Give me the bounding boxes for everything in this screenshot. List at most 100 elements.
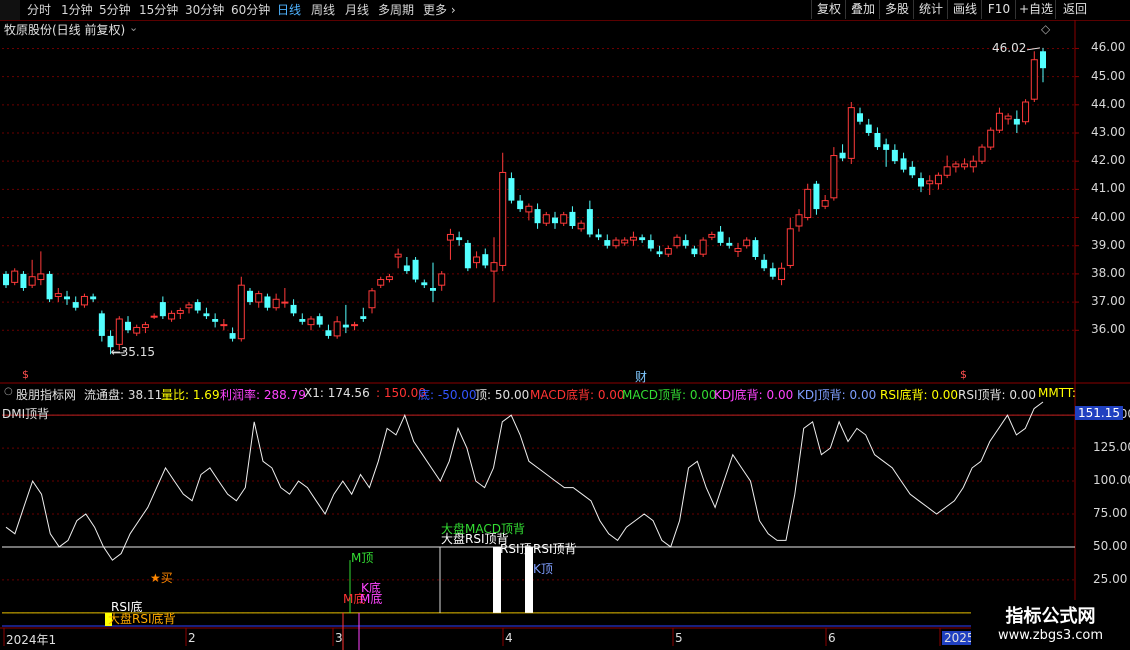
candle[interactable]: [612, 237, 620, 249]
candle[interactable]: [517, 195, 524, 212]
candle[interactable]: [865, 118, 872, 136]
candle[interactable]: [795, 209, 803, 232]
candle[interactable]: [159, 296, 166, 319]
candle[interactable]: [900, 152, 907, 173]
candle[interactable]: [595, 228, 602, 241]
candle[interactable]: [46, 271, 53, 303]
candle[interactable]: [857, 107, 863, 125]
candle[interactable]: [360, 307, 367, 322]
candle[interactable]: [569, 206, 576, 229]
candle[interactable]: [743, 237, 751, 249]
candle[interactable]: [891, 144, 898, 164]
candle[interactable]: [830, 147, 838, 201]
candle[interactable]: [987, 127, 995, 150]
candle[interactable]: [176, 307, 184, 319]
candle[interactable]: [490, 237, 498, 303]
candle[interactable]: [316, 313, 323, 328]
candle[interactable]: [80, 293, 88, 308]
candle[interactable]: [821, 195, 829, 210]
candle[interactable]: [325, 324, 332, 339]
candle[interactable]: [394, 248, 402, 269]
candle[interactable]: [203, 307, 210, 319]
candle[interactable]: [691, 245, 698, 257]
candle[interactable]: [421, 279, 428, 288]
candle[interactable]: [952, 161, 960, 173]
candle[interactable]: [98, 310, 105, 342]
candle[interactable]: [403, 257, 410, 274]
candle[interactable]: [995, 107, 1003, 133]
candle[interactable]: [943, 155, 951, 179]
candle[interactable]: [734, 242, 742, 257]
candle[interactable]: [133, 324, 141, 336]
candle[interactable]: [255, 290, 263, 308]
candle[interactable]: [847, 102, 855, 164]
candle[interactable]: [656, 245, 663, 257]
candle[interactable]: [264, 293, 271, 311]
candle[interactable]: [664, 245, 672, 257]
candle[interactable]: [639, 234, 646, 243]
finance-marker[interactable]: 财: [635, 368, 647, 385]
candle[interactable]: [761, 254, 768, 272]
candle[interactable]: [926, 175, 934, 195]
candle[interactable]: [237, 276, 245, 342]
candle[interactable]: [804, 183, 812, 221]
candle[interactable]: [769, 262, 776, 280]
candle[interactable]: [150, 313, 158, 319]
candle[interactable]: [368, 288, 376, 314]
candle[interactable]: [717, 226, 724, 246]
candle[interactable]: [1022, 99, 1030, 125]
candle[interactable]: [185, 302, 193, 314]
candle[interactable]: [726, 237, 733, 249]
candle[interactable]: [64, 290, 70, 305]
candle[interactable]: [621, 237, 629, 246]
candle[interactable]: [307, 316, 315, 331]
candle[interactable]: [141, 321, 149, 334]
candle[interactable]: [883, 138, 890, 167]
candle[interactable]: [673, 234, 681, 249]
candle[interactable]: [604, 234, 611, 249]
candle[interactable]: [934, 172, 942, 190]
candle[interactable]: [1004, 113, 1012, 125]
candle[interactable]: [412, 257, 419, 283]
candle[interactable]: [839, 144, 846, 162]
candle[interactable]: [299, 313, 306, 325]
candle[interactable]: [464, 240, 471, 272]
candle[interactable]: [542, 211, 550, 226]
candle[interactable]: [874, 127, 881, 150]
candle[interactable]: [586, 200, 593, 238]
event-marker-left[interactable]: $: [22, 368, 29, 381]
candle[interactable]: [577, 220, 585, 232]
event-marker-right[interactable]: $: [960, 368, 967, 381]
candle[interactable]: [168, 310, 176, 322]
candle[interactable]: [54, 288, 62, 303]
candle[interactable]: [699, 237, 707, 257]
candle[interactable]: [909, 161, 916, 179]
candle[interactable]: [1040, 47, 1046, 83]
candle[interactable]: [20, 271, 27, 291]
candle[interactable]: [508, 172, 515, 204]
candle[interactable]: [629, 231, 637, 246]
candle[interactable]: [499, 152, 507, 272]
candle[interactable]: [333, 316, 341, 339]
candle[interactable]: [1030, 51, 1038, 102]
candle[interactable]: [281, 288, 289, 308]
candle[interactable]: [813, 180, 820, 215]
candle[interactable]: [385, 273, 393, 283]
candle[interactable]: [446, 228, 454, 260]
candle[interactable]: [456, 231, 463, 246]
candle[interactable]: [534, 203, 541, 229]
candle[interactable]: [194, 299, 201, 314]
candle[interactable]: [708, 231, 716, 241]
candle[interactable]: [90, 293, 97, 303]
candle[interactable]: [125, 316, 131, 334]
candle[interactable]: [647, 234, 654, 252]
candle[interactable]: [978, 144, 986, 164]
candle[interactable]: [351, 321, 359, 331]
candle[interactable]: [778, 262, 786, 286]
indicator-settings-icon[interactable]: ○: [4, 386, 13, 397]
candle[interactable]: [72, 296, 79, 311]
diamond-icon[interactable]: ◇: [1041, 22, 1050, 36]
candle[interactable]: [560, 211, 568, 226]
candle[interactable]: [969, 155, 977, 173]
candle[interactable]: [229, 327, 236, 342]
